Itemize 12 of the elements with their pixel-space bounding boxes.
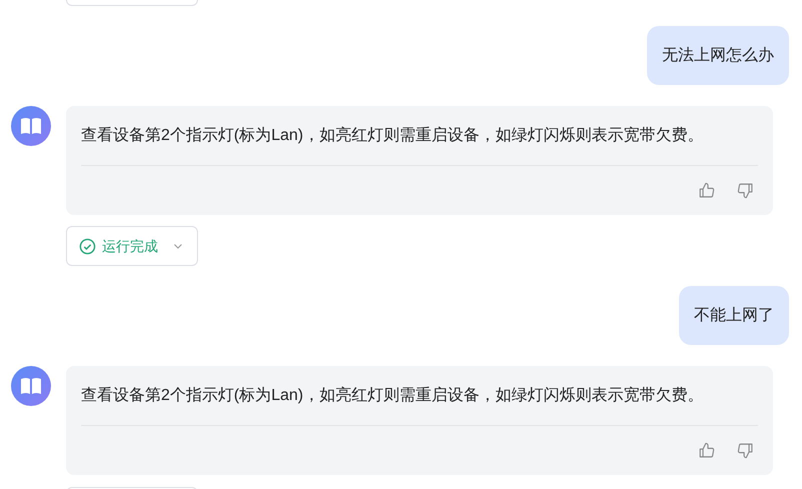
check-circle-icon (79, 238, 96, 254)
status-dropdown[interactable]: 运行完成 (66, 226, 198, 266)
answer-text: 查看设备第2个指示灯(标为Lan)，如亮红灯则需重启设备，如绿灯闪烁则表示宽带欠费。 (81, 126, 704, 146)
thumbs-up-icon[interactable] (698, 442, 715, 459)
user-message-bubble: 不能上网了 (679, 286, 789, 345)
user-message-bubble: 无法上网怎么办 (647, 26, 789, 85)
thumbs-up-icon[interactable] (698, 182, 715, 199)
thumbs-down-icon[interactable] (737, 182, 754, 199)
avatar-book-icon (11, 106, 51, 146)
avatar-book-icon (11, 366, 51, 406)
thumbs-down-icon[interactable] (737, 442, 754, 459)
answer-text: 查看设备第2个指示灯(标为Lan)，如亮红灯则需重启设备，如绿灯闪烁则表示宽带欠费。 (81, 386, 704, 406)
